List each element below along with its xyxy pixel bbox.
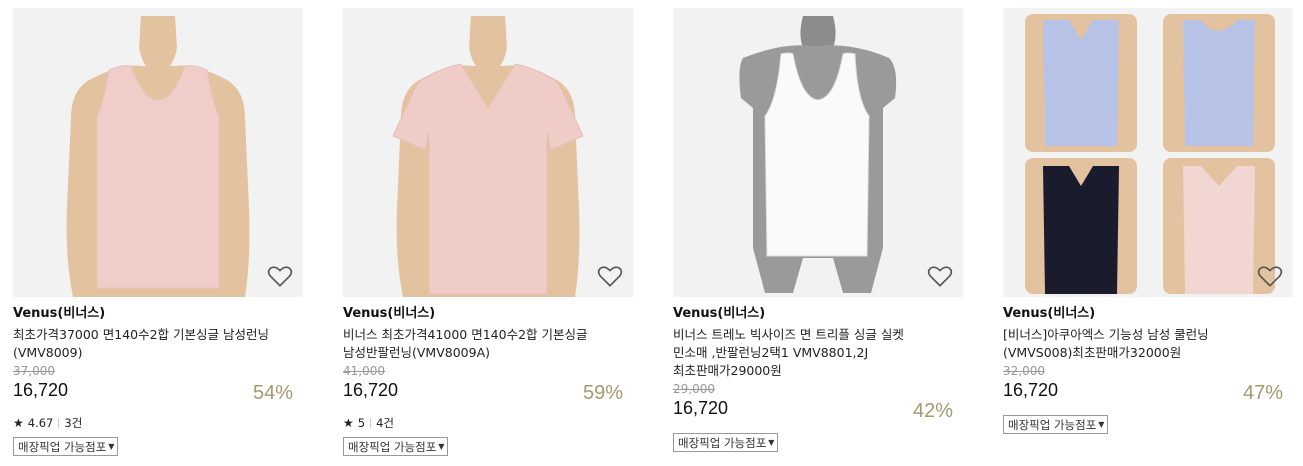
rating-score: 5	[357, 416, 366, 430]
product-title[interactable]: 비너스 트레노 빅사이즈 면 트리플 싱글 실켓 민소매 ,반팔런닝2택1 VM…	[673, 326, 935, 380]
product-brand[interactable]: Venus(비너스)	[673, 305, 963, 323]
store-pickup-label: 매장픽업 가능점포	[348, 440, 437, 454]
product-title[interactable]: 비너스 최초가격41000 면140수2합 기본싱글 남성반팔런닝(VMV800…	[343, 326, 605, 362]
wishlist-heart-icon[interactable]	[927, 264, 953, 288]
product-photo-cool-running-set	[1003, 8, 1293, 297]
product-image[interactable]	[1003, 8, 1293, 297]
store-pickup-dropdown[interactable]: 매장픽업 가능점포 ▼	[1003, 415, 1109, 434]
price-block: 37,000 16,720 54%	[13, 364, 303, 408]
rating-row: ★ 5 4건	[343, 416, 633, 430]
rating-score: 4.67	[27, 416, 54, 430]
rating-row: ★ 4.67 3건	[13, 416, 303, 430]
product-card[interactable]: Venus(비너스) 최초가격37000 면140수2합 기본싱글 남성런닝(V…	[13, 8, 303, 456]
product-image[interactable]	[343, 8, 633, 297]
wishlist-heart-icon[interactable]	[1257, 264, 1283, 288]
review-count[interactable]: 4건	[376, 416, 394, 430]
divider	[58, 418, 60, 428]
wishlist-heart-icon[interactable]	[597, 264, 623, 288]
product-image[interactable]	[673, 8, 963, 297]
price-block: 29,000 16,720 42%	[673, 382, 963, 426]
product-brand[interactable]: Venus(비너스)	[13, 305, 303, 323]
product-card[interactable]: Venus(비너스) 비너스 트레노 빅사이즈 면 트리플 싱글 실켓 민소매 …	[673, 8, 963, 452]
wishlist-heart-icon[interactable]	[267, 264, 293, 288]
store-pickup-dropdown[interactable]: 매장픽업 가능점포 ▼	[13, 437, 119, 456]
product-card[interactable]: Venus(비너스) 비너스 최초가격41000 면140수2합 기본싱글 남성…	[343, 8, 633, 456]
product-photo-white-tank-top	[673, 8, 963, 297]
discount-rate: 59%	[582, 382, 623, 404]
product-brand[interactable]: Venus(비너스)	[1003, 305, 1293, 323]
discount-rate: 47%	[1242, 382, 1283, 404]
caret-down-icon: ▼	[768, 438, 775, 447]
store-pickup-label: 매장픽업 가능점포	[678, 436, 767, 450]
original-price: 37,000	[13, 364, 55, 378]
product-image[interactable]	[13, 8, 303, 297]
original-price: 41,000	[343, 364, 385, 378]
caret-down-icon: ▼	[438, 442, 445, 451]
product-title[interactable]: 최초가격37000 면140수2합 기본싱글 남성런닝(VMV8009)	[13, 326, 275, 362]
product-card[interactable]: Venus(비너스) [비너스]아쿠아엑스 기능성 남성 쿨런닝(VMVS008…	[1003, 8, 1293, 434]
caret-down-icon: ▼	[108, 442, 115, 451]
store-pickup-label: 매장픽업 가능점포	[18, 440, 107, 454]
discount-rate: 42%	[912, 400, 953, 422]
star-icon: ★	[13, 416, 24, 430]
discount-rate: 54%	[252, 382, 293, 404]
store-pickup-label: 매장픽업 가능점포	[1008, 418, 1097, 432]
original-price: 29,000	[673, 382, 715, 396]
original-price: 32,000	[1003, 364, 1045, 378]
star-icon: ★	[343, 416, 354, 430]
product-brand[interactable]: Venus(비너스)	[343, 305, 633, 323]
store-pickup-dropdown[interactable]: 매장픽업 가능점포 ▼	[343, 437, 449, 456]
price-block: 32,000 16,720 47%	[1003, 364, 1293, 408]
store-pickup-dropdown[interactable]: 매장픽업 가능점포 ▼	[673, 433, 779, 452]
review-count[interactable]: 3건	[64, 416, 82, 430]
caret-down-icon: ▼	[1098, 420, 1105, 429]
product-title[interactable]: [비너스]아쿠아엑스 기능성 남성 쿨런닝(VMVS008)최초판매가32000…	[1003, 326, 1265, 362]
product-photo-short-sleeve-undershirt	[343, 8, 633, 297]
divider	[370, 418, 372, 428]
price-block: 41,000 16,720 59%	[343, 364, 633, 408]
product-photo-sleeveless-undershirt	[13, 8, 303, 297]
